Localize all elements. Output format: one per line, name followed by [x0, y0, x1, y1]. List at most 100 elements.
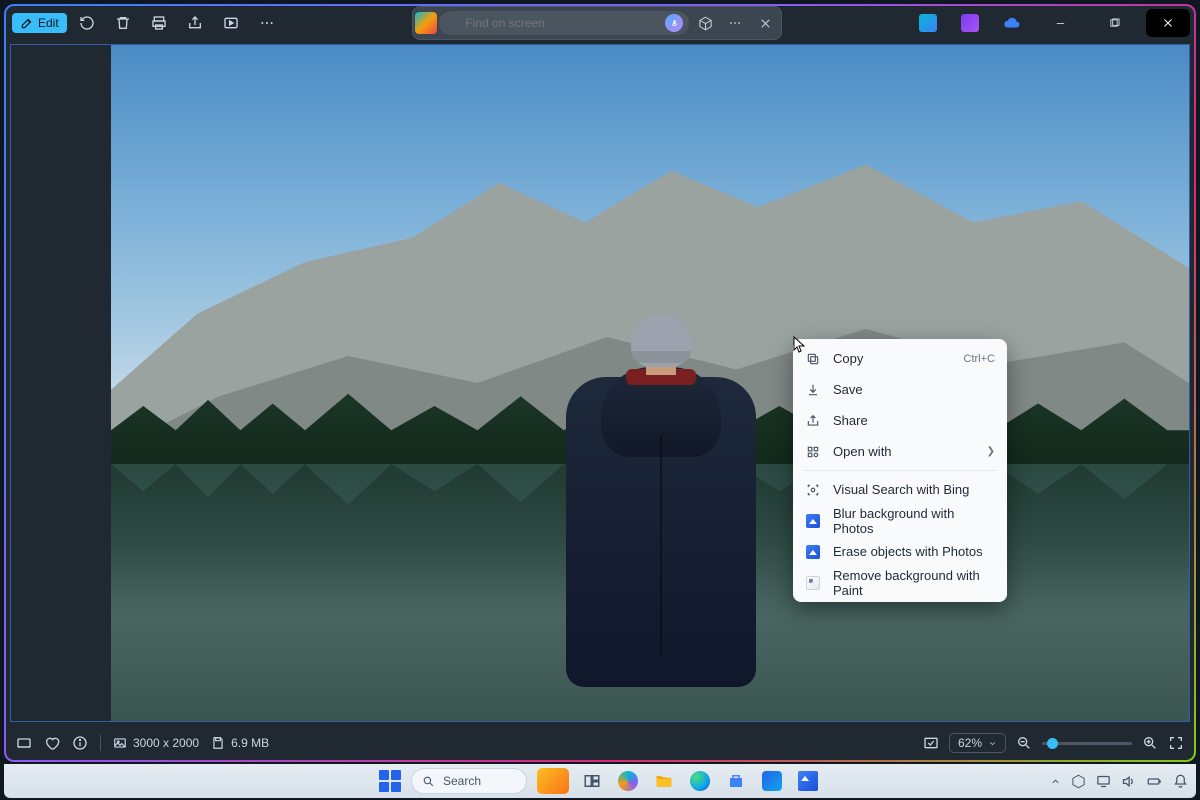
fullscreen-icon — [1168, 735, 1184, 751]
zoom-out-icon — [1016, 735, 1032, 751]
copilot-more-button[interactable] — [721, 9, 749, 37]
copilot-search-bar — [412, 6, 782, 40]
fullscreen-button[interactable] — [1168, 735, 1184, 751]
dimensions-display: 3000 x 2000 — [113, 736, 199, 750]
photos-icon — [806, 514, 820, 528]
clipchamp-icon — [961, 14, 979, 32]
filmstrip-button[interactable] — [16, 735, 32, 751]
share-button[interactable] — [179, 9, 211, 37]
fit-icon — [923, 735, 939, 751]
onedrive-icon — [1003, 14, 1021, 32]
taskbar-copilot[interactable] — [615, 768, 641, 794]
taskbar-photos[interactable] — [795, 768, 821, 794]
zoom-in-icon — [1142, 735, 1158, 751]
zoom-in-button[interactable] — [1142, 735, 1158, 751]
edit-button[interactable]: Edit — [12, 13, 67, 33]
share-icon — [805, 414, 821, 428]
filmstrip-icon — [16, 735, 32, 751]
share-icon — [187, 15, 203, 31]
disk-icon — [211, 736, 225, 750]
image-viewer[interactable] — [10, 44, 1190, 722]
taskbar-search[interactable]: Search — [411, 768, 527, 794]
ctx-open-with[interactable]: Open with ❯ — [793, 436, 1007, 467]
zoom-slider[interactable] — [1042, 742, 1132, 745]
battery-icon — [1146, 774, 1163, 789]
slideshow-button[interactable] — [215, 9, 247, 37]
open-with-icon — [805, 445, 821, 459]
photos-icon — [798, 771, 818, 791]
print-button[interactable] — [143, 9, 175, 37]
close-icon — [1162, 17, 1174, 29]
edit-icon — [20, 16, 34, 30]
minimize-icon — [1055, 18, 1066, 29]
image-icon — [113, 736, 127, 750]
tray-chevron[interactable] — [1050, 776, 1061, 787]
ctx-share[interactable]: Share — [793, 405, 1007, 436]
box-icon — [698, 16, 713, 31]
rotate-button[interactable] — [71, 9, 103, 37]
monitor-icon — [1096, 774, 1111, 789]
info-button[interactable] — [72, 735, 88, 751]
context-menu: Copy Ctrl+C Save Share Open with ❯ Visua… — [793, 339, 1007, 602]
rotate-icon — [79, 15, 95, 31]
taskbar-app-blue[interactable] — [759, 768, 785, 794]
ctx-save[interactable]: Save — [793, 374, 1007, 405]
info-icon — [72, 735, 88, 751]
favorite-button[interactable] — [44, 735, 60, 751]
tray-notifications[interactable] — [1173, 774, 1188, 789]
slideshow-icon — [223, 15, 239, 31]
close-window-button[interactable] — [1146, 9, 1190, 37]
search-icon — [422, 775, 435, 788]
maximize-button[interactable] — [1092, 9, 1136, 37]
box-actions-button[interactable] — [691, 9, 719, 37]
find-on-screen-input[interactable] — [439, 11, 689, 35]
chevron-up-icon — [1050, 776, 1061, 787]
visual-search-icon — [805, 483, 821, 497]
taskbar-store[interactable] — [723, 768, 749, 794]
tray-app[interactable] — [1071, 774, 1086, 789]
taskbar-explorer[interactable] — [651, 768, 677, 794]
maximize-icon — [1109, 18, 1120, 29]
ctx-blur-background[interactable]: Blur background with Photos — [793, 505, 1007, 536]
bell-icon — [1173, 774, 1188, 789]
tray-network[interactable] — [1096, 774, 1111, 789]
copy-icon — [805, 352, 821, 366]
more-icon — [259, 15, 275, 31]
edit-label: Edit — [38, 16, 59, 30]
copilot-close-button[interactable] — [751, 9, 779, 37]
more-button[interactable] — [251, 9, 283, 37]
print-icon — [151, 15, 167, 31]
taskbar-taskview[interactable] — [579, 768, 605, 794]
clipchamp-button[interactable] — [954, 9, 986, 37]
chevron-down-icon — [988, 739, 997, 748]
trash-icon — [115, 15, 131, 31]
zoom-out-button[interactable] — [1016, 735, 1032, 751]
ctx-remove-background[interactable]: Remove background with Paint — [793, 567, 1007, 598]
volume-icon — [1121, 774, 1136, 789]
photos-icon — [806, 545, 820, 559]
copilot-logo-icon — [415, 12, 437, 34]
onedrive-button[interactable] — [996, 9, 1028, 37]
more-icon — [728, 16, 742, 30]
taskbar-widget[interactable] — [537, 768, 569, 794]
ctx-erase-objects[interactable]: Erase objects with Photos — [793, 536, 1007, 567]
zoom-value: 62% — [958, 736, 982, 750]
status-bar: 3000 x 2000 6.9 MB 62% — [6, 726, 1194, 760]
title-bar: Edit — [6, 6, 1194, 40]
delete-button[interactable] — [107, 9, 139, 37]
close-icon — [759, 17, 772, 30]
tray-volume[interactable] — [1121, 774, 1136, 789]
paint-icon — [806, 576, 820, 590]
zoom-dropdown[interactable]: 62% — [949, 733, 1006, 753]
designer-button[interactable] — [912, 9, 944, 37]
box-icon — [1071, 774, 1086, 789]
minimize-button[interactable] — [1038, 9, 1082, 37]
tray-battery[interactable] — [1146, 774, 1163, 789]
filesize-display: 6.9 MB — [211, 736, 269, 750]
fit-screen-button[interactable] — [923, 735, 939, 751]
ctx-visual-search[interactable]: Visual Search with Bing — [793, 474, 1007, 505]
taskbar-edge[interactable] — [687, 768, 713, 794]
chevron-right-icon: ❯ — [987, 446, 995, 457]
ctx-copy[interactable]: Copy Ctrl+C — [793, 343, 1007, 374]
start-button[interactable] — [379, 770, 401, 792]
